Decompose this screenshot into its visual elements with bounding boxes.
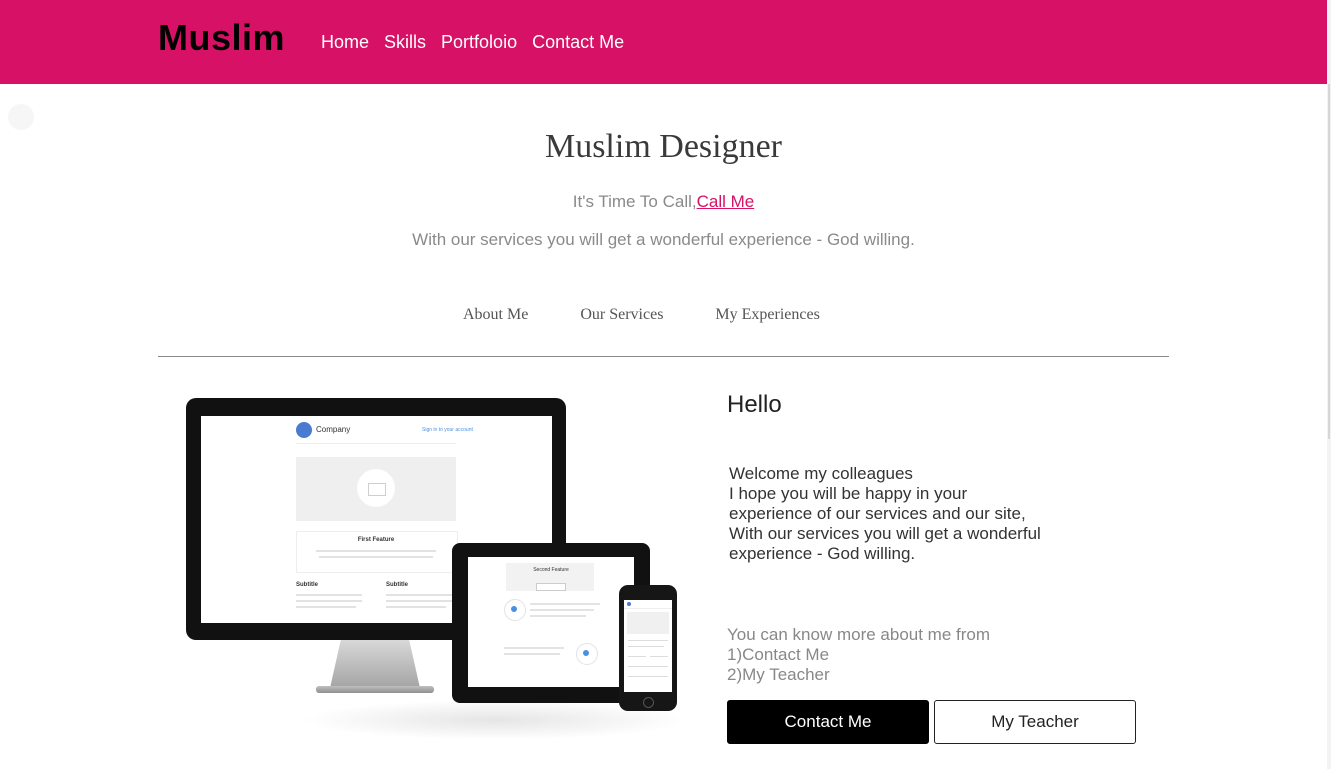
mock-feature-title: First Feature — [357, 537, 395, 543]
phone-text-line — [650, 656, 668, 657]
brand-logo[interactable]: Muslim — [158, 17, 285, 59]
image-placeholder-icon — [368, 483, 386, 496]
welcome-line: Welcome my colleagues — [729, 464, 913, 483]
scrollbar[interactable] — [1327, 0, 1331, 769]
tablet-screen: Second Feature — [468, 557, 634, 687]
responsive-devices-image: Company Sign in to your account First Fe… — [180, 395, 690, 745]
tablet-text-line — [530, 603, 600, 605]
section-tabs: About Me Our Services My Experiences — [463, 306, 872, 324]
phone-screen — [624, 600, 672, 692]
company-logo-icon — [296, 422, 312, 438]
call-line: It's Time To Call,Call Me — [0, 192, 1327, 212]
mock-text-line — [316, 550, 436, 552]
more-info-line: 1)Contact Me — [727, 645, 830, 664]
phone-text-line — [628, 666, 668, 667]
page-title: Muslim Designer — [544, 128, 783, 165]
call-prefix: It's Time To Call, — [572, 192, 697, 211]
tablet-mock-button — [536, 583, 566, 591]
mock-company-name: Company — [316, 425, 351, 434]
mock-text-line — [296, 606, 356, 608]
call-me-link[interactable]: Call Me — [697, 192, 755, 211]
top-navbar: Muslim Home Skills Portfoloio Contact Me — [0, 0, 1327, 84]
phone-home-button — [643, 697, 654, 708]
mock-text-line — [386, 600, 452, 602]
scrollbar-thumb[interactable] — [1328, 84, 1330, 439]
tablet-icon-dot — [583, 650, 589, 656]
more-info-line: 2)My Teacher — [727, 665, 830, 684]
faint-circle-decoration — [8, 104, 34, 130]
tablet-icon-dot — [511, 606, 517, 612]
phone-device — [619, 585, 677, 711]
welcome-line: With our services you will get a wonderf… — [729, 524, 1041, 543]
phone-logo-icon — [627, 602, 631, 606]
tab-our-services[interactable]: Our Services — [580, 306, 663, 324]
mock-divider — [296, 443, 456, 444]
nav-portfolio[interactable]: Portfoloio — [441, 32, 517, 53]
more-info-text: You can know more about me from 1)Contac… — [727, 625, 990, 685]
mock-subtitle-2: Subtitle — [386, 582, 408, 588]
welcome-text: Welcome my colleagues I hope you will be… — [729, 464, 1059, 564]
phone-text-line — [628, 646, 664, 647]
mock-text-line — [386, 594, 452, 596]
about-heading: Hello — [727, 391, 782, 418]
mock-text-line — [319, 556, 433, 558]
tablet-text-line — [504, 653, 560, 655]
mock-subtitle-1: Subtitle — [296, 582, 318, 588]
welcome-line: I hope you will be happy in your — [729, 484, 968, 503]
phone-text-line — [628, 656, 646, 657]
nav-skills[interactable]: Skills — [384, 32, 426, 53]
phone-text-line — [628, 640, 668, 641]
phone-text-line — [628, 676, 668, 677]
monitor-stand-base — [316, 686, 434, 693]
phone-mock-header — [624, 600, 672, 609]
tablet-text-line — [530, 609, 594, 611]
section-divider — [158, 356, 1169, 357]
contact-me-button[interactable]: Contact Me — [727, 700, 929, 744]
tablet-text-line — [530, 615, 586, 617]
hero-subtitle: With our services you will get a wonderf… — [412, 230, 915, 249]
my-teacher-button[interactable]: My Teacher — [934, 700, 1136, 744]
mock-text-line — [296, 600, 362, 602]
nav-contact[interactable]: Contact Me — [532, 32, 624, 53]
monitor-stand-neck — [330, 640, 420, 688]
mock-text-line — [296, 594, 362, 596]
tab-about-me[interactable]: About Me — [463, 306, 528, 324]
more-info-line: You can know more about me from — [727, 625, 991, 644]
mock-signin-text: Sign in to your account — [422, 427, 473, 433]
main-nav: Home Skills Portfoloio Contact Me — [321, 32, 639, 53]
tab-my-experiences[interactable]: My Experiences — [715, 306, 819, 324]
mock-text-line — [386, 606, 446, 608]
welcome-line: experience of our services and our site, — [729, 504, 1026, 523]
tablet-text-line — [504, 647, 564, 649]
tablet-mock-title: Second Feature — [533, 567, 569, 573]
nav-home[interactable]: Home — [321, 32, 369, 53]
phone-mock-hero — [627, 612, 669, 634]
welcome-line: experience - God willing. — [729, 544, 916, 563]
